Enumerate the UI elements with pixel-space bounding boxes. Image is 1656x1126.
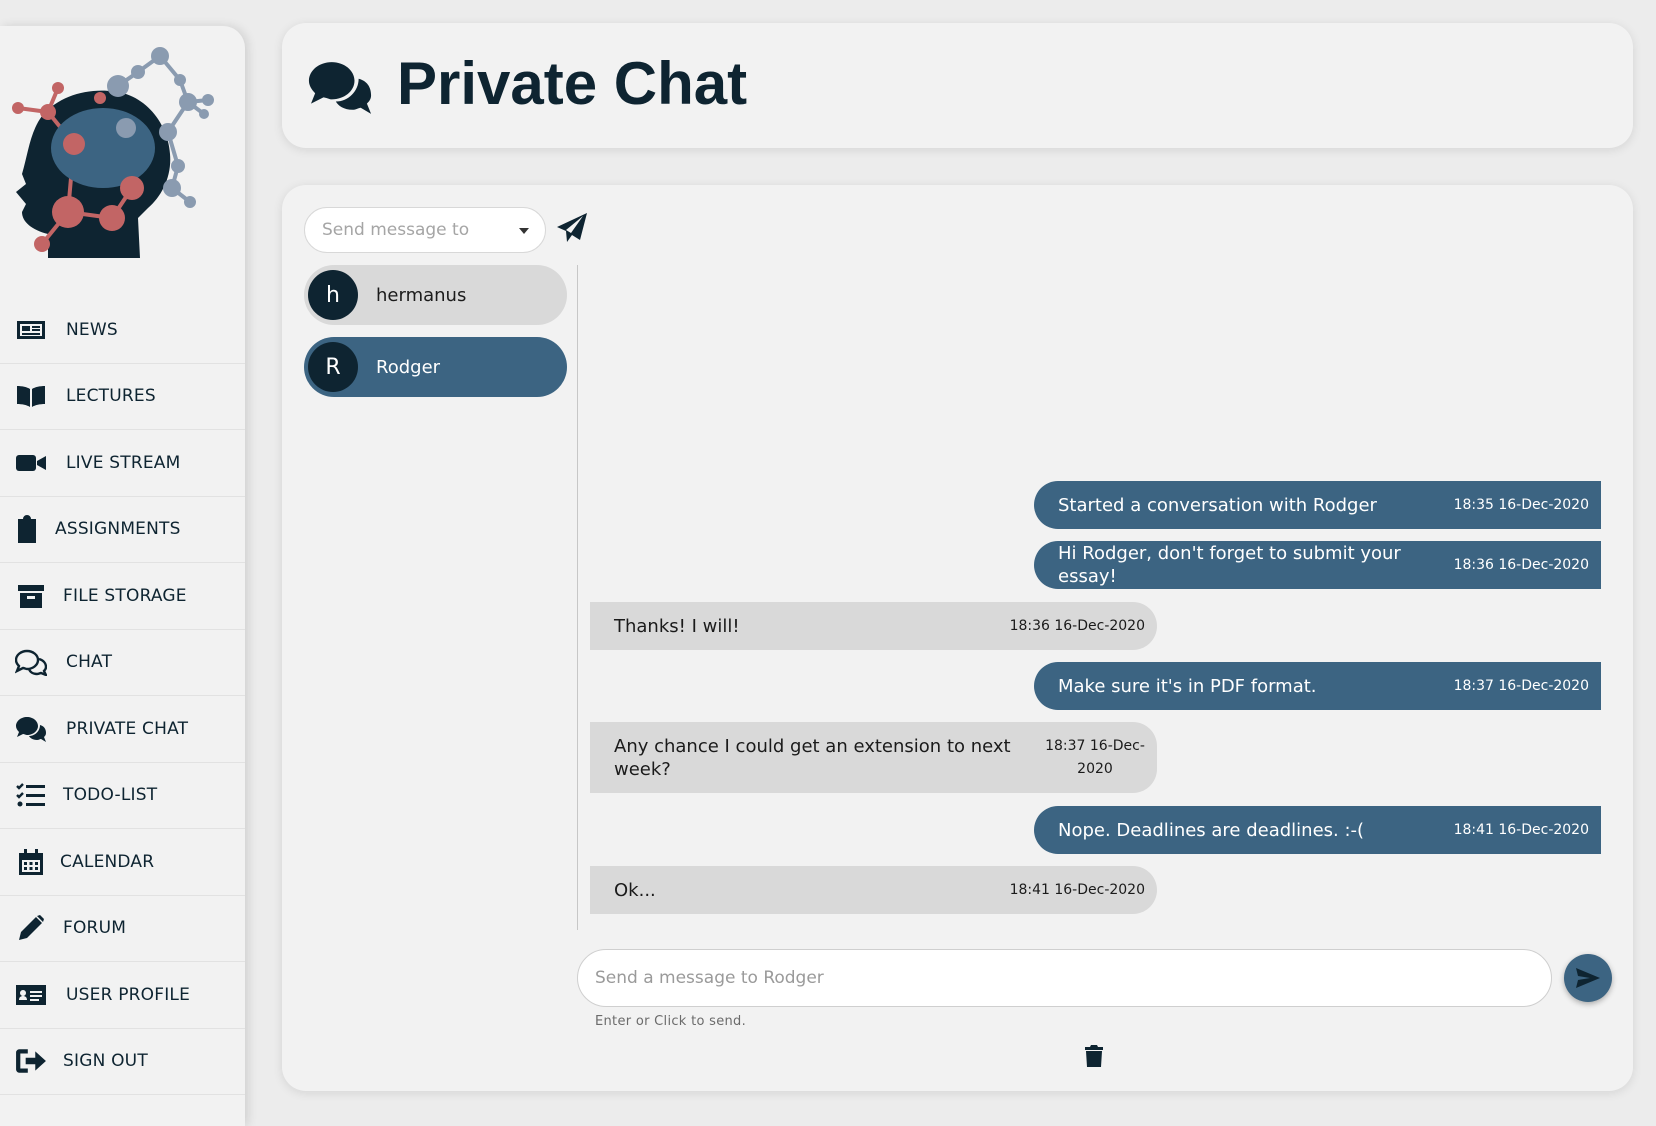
avatar: h — [308, 270, 358, 320]
sidebar-item-label: PRIVATE CHAT — [66, 718, 189, 739]
sidebar-item-sign-out[interactable]: SIGN OUT — [0, 1029, 245, 1095]
sidebar-item-label: FILE STORAGE — [63, 585, 187, 606]
contact-name: hermanus — [376, 284, 467, 306]
message-incoming: Any chance I could get an extension to n… — [590, 722, 1157, 793]
message-timestamp: 18:41 16-Dec-2020 — [1009, 881, 1145, 898]
sidebar-item-label: LECTURES — [66, 386, 156, 407]
chat-panel: Send message to h hermanus R Rodger Star… — [282, 185, 1633, 1091]
message-incoming: Thanks! I will! 18:36 16-Dec-2020 — [590, 602, 1157, 650]
send-button[interactable] — [1564, 954, 1612, 1002]
message-text: Hi Rodger, don't forget to submit your e… — [1058, 543, 1401, 587]
sidebar-item-todo-list[interactable]: TODO-LIST — [0, 763, 245, 829]
message-timestamp: 18:41 16-Dec-2020 — [1453, 821, 1589, 838]
recipient-placeholder: Send message to — [322, 220, 470, 240]
message-outgoing: Nope. Deadlines are deadlines. :-( 18:41… — [1034, 806, 1601, 854]
message-outgoing: Started a conversation with Rodger 18:35… — [1034, 481, 1601, 529]
tasks-icon — [14, 778, 48, 812]
contact-item-rodger[interactable]: R Rodger — [304, 337, 567, 397]
brain-network-logo — [12, 47, 214, 258]
sidebar-item-label: LIVE STREAM — [66, 452, 181, 473]
comments-icon — [308, 62, 372, 114]
sidebar-item-label: CHAT — [66, 652, 113, 673]
message-timestamp: 18:36 16-Dec-2020 — [1453, 556, 1589, 573]
message-timestamp: 18:37 16-Dec-2020 — [1453, 677, 1589, 694]
divider — [577, 265, 578, 930]
avatar: R — [308, 342, 358, 392]
message-text: Nope. Deadlines are deadlines. :-( — [1058, 819, 1365, 841]
comments-icon — [14, 712, 48, 746]
send-hint: Enter or Click to send. — [595, 1014, 747, 1029]
sidebar-item-private-chat[interactable]: PRIVATE CHAT — [0, 696, 245, 763]
sidebar-item-label: ASSIGNMENTS — [55, 519, 181, 540]
comments-outline-icon — [14, 645, 48, 679]
contact-item-hermanus[interactable]: h hermanus — [304, 265, 567, 325]
trash-icon[interactable] — [1085, 1045, 1103, 1067]
sidebar-item-label: SIGN OUT — [63, 1051, 148, 1072]
paper-plane-icon[interactable] — [555, 212, 589, 244]
sidebar-item-label: USER PROFILE — [66, 984, 191, 1005]
recipient-select[interactable]: Send message to — [304, 207, 546, 253]
message-outgoing: Hi Rodger, don't forget to submit your e… — [1034, 541, 1601, 589]
sidebar-item-label: NEWS — [66, 319, 118, 340]
contact-name: Rodger — [376, 356, 441, 378]
sidebar-item-chat[interactable]: CHAT — [0, 630, 245, 696]
message-timestamp: 18:35 16-Dec-2020 — [1453, 496, 1589, 513]
page-header: Private Chat — [282, 23, 1633, 148]
message-text: Ok... — [614, 879, 656, 901]
send-icon — [1576, 968, 1600, 988]
sidebar-item-assignments[interactable]: ASSIGNMENTS — [0, 497, 245, 563]
message-incoming: Ok... 18:41 16-Dec-2020 — [590, 866, 1157, 914]
message-text: Make sure it's in PDF format. — [1058, 675, 1317, 697]
message-text: Any chance I could get an extension to n… — [614, 735, 1011, 780]
message-text: Started a conversation with Rodger — [1058, 494, 1377, 516]
chevron-down-icon — [519, 228, 529, 234]
sidebar-item-label: FORUM — [63, 918, 127, 939]
id-card-icon — [14, 978, 48, 1012]
sidebar-item-file-storage[interactable]: FILE STORAGE — [0, 563, 245, 630]
pencil-icon — [14, 911, 48, 945]
sidebar-item-live-stream[interactable]: LIVE STREAM — [0, 430, 245, 497]
message-timestamp: 18:37 16-Dec-2020 — [1045, 737, 1145, 777]
clipboard-icon — [10, 512, 44, 546]
sidebar-item-calendar[interactable]: CALENDAR — [0, 829, 245, 896]
calendar-icon — [14, 845, 48, 879]
message-timestamp: 18:36 16-Dec-2020 — [1009, 617, 1145, 634]
sidebar-item-forum[interactable]: FORUM — [0, 896, 245, 962]
sidebar-item-label: TODO-LIST — [63, 785, 158, 806]
archive-icon — [14, 579, 48, 613]
sidebar-nav: NEWS LECTURES LIVE STREAM ASSIGNMENTS FI… — [0, 297, 245, 1095]
sidebar-item-news[interactable]: NEWS — [0, 297, 245, 364]
sidebar-item-label: CALENDAR — [60, 851, 155, 872]
sidebar-item-user-profile[interactable]: USER PROFILE — [0, 962, 245, 1029]
newspaper-icon — [14, 313, 48, 347]
message-input[interactable] — [577, 949, 1552, 1007]
sign-out-icon — [14, 1044, 48, 1078]
sidebar: NEWS LECTURES LIVE STREAM ASSIGNMENTS FI… — [0, 26, 245, 1126]
message-text: Thanks! I will! — [614, 615, 740, 637]
page-title: Private Chat — [397, 50, 748, 117]
message-outgoing: Make sure it's in PDF format. 18:37 16-D… — [1034, 662, 1601, 710]
book-icon — [14, 379, 48, 413]
video-camera-icon — [14, 446, 48, 480]
contact-list: h hermanus R Rodger — [304, 265, 567, 409]
sidebar-item-lectures[interactable]: LECTURES — [0, 364, 245, 430]
